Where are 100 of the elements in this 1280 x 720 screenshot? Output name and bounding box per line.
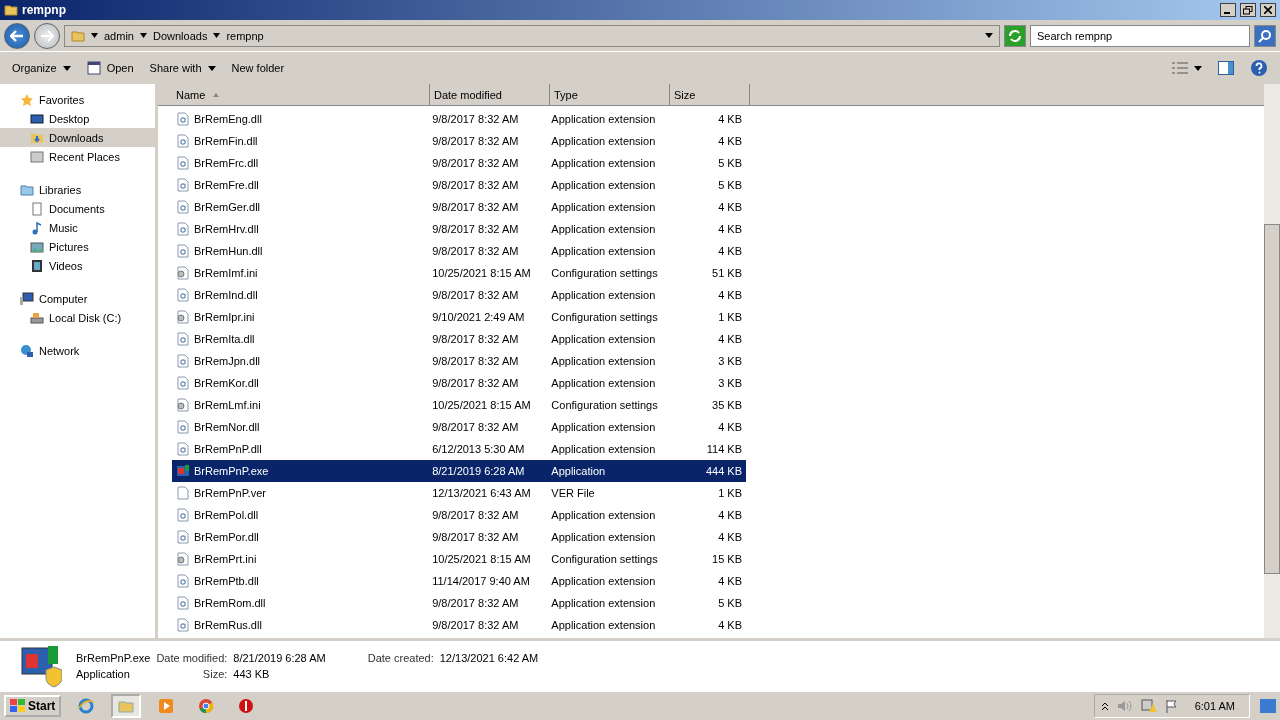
start-button[interactable]: Start xyxy=(4,695,62,717)
table-cell-text: 5 KB xyxy=(717,157,743,169)
sidebar-item[interactable]: Recent Places xyxy=(0,147,155,166)
flag-icon[interactable] xyxy=(1164,699,1179,713)
file-row[interactable]: BrRemInd.dll 9/8/2017 8:32 AM Application extension 4 KB xyxy=(172,284,746,306)
table-cell-text: 9/8/2017 8:32 AM xyxy=(431,289,520,301)
sidebar-item[interactable]: Downloads xyxy=(0,128,155,147)
file-row[interactable]: BrRemPor.dll 9/8/2017 8:32 AM Application extension 4 KB xyxy=(172,526,746,548)
search-button[interactable] xyxy=(1254,24,1276,47)
back-button[interactable] xyxy=(4,22,30,49)
stop-sign-icon[interactable] xyxy=(238,698,255,714)
browser-icon[interactable] xyxy=(78,698,95,714)
sidebar-item[interactable]: Favorites xyxy=(0,90,155,109)
table-cell-text: Application extension xyxy=(550,157,657,169)
table-cell-text: Application extension xyxy=(550,377,657,389)
gear-file-icon xyxy=(176,574,190,588)
sidebar-item[interactable]: Music xyxy=(0,218,155,237)
toolbar-button[interactable]: Share with xyxy=(141,56,224,80)
file-row[interactable]: BrRemKor.dll 9/8/2017 8:32 AM Application extension 3 KB xyxy=(172,372,746,394)
sidebar-item[interactable]: Local Disk (C:) xyxy=(0,308,155,327)
file-row[interactable]: BrRemHrv.dll 9/8/2017 8:32 AM Application extension 4 KB xyxy=(172,218,746,240)
table-cell-text: 9/8/2017 8:32 AM xyxy=(431,355,520,367)
file-row[interactable]: BrRemFin.dll 9/8/2017 8:32 AM Application extension 4 KB xyxy=(172,130,746,152)
table-cell-text: 4 KB xyxy=(717,223,743,235)
breadcrumb[interactable]: rempnp xyxy=(226,29,264,42)
caret-icon[interactable] xyxy=(213,33,221,38)
file-row[interactable]: BrRemPrt.ini 10/25/2021 8:15 AM Configuration settings 15 KB xyxy=(172,548,746,570)
file-row[interactable]: BrRemFrc.dll 9/8/2017 8:32 AM Application extension 5 KB xyxy=(172,152,746,174)
sidebar-item[interactable]: Videos xyxy=(0,256,155,275)
file-row[interactable]: BrRemRom.dll 9/8/2017 8:32 AM Application extension 5 KB xyxy=(172,592,746,614)
table-cell-text: 9/8/2017 8:32 AM xyxy=(431,135,520,147)
sidebar-item[interactable]: Libraries xyxy=(0,180,155,199)
gear-file-icon xyxy=(176,288,190,302)
table-cell-text: Application extension xyxy=(550,179,657,191)
window-icon xyxy=(86,61,101,75)
restore-button[interactable] xyxy=(1240,3,1256,17)
file-name: BrRemHrv.dll xyxy=(194,223,259,235)
search-field[interactable]: Search rempnp xyxy=(1030,24,1250,47)
table-cell-text: 4 KB xyxy=(717,113,743,125)
file-row[interactable]: BrRemPtb.dll 11/14/2017 9:40 AM Application extension 4 KB xyxy=(172,570,746,592)
table-cell-text: 10/25/2021 8:15 AM xyxy=(431,399,532,411)
caret-icon[interactable] xyxy=(985,33,993,38)
file-row[interactable]: BrRemEng.dll 9/8/2017 8:32 AM Application extension 4 KB xyxy=(172,108,746,130)
play-icon[interactable] xyxy=(158,698,175,714)
table-cell-text: 9/8/2017 8:32 AM xyxy=(431,223,520,235)
document-icon xyxy=(30,201,44,216)
breadcrumb[interactable]: Downloads xyxy=(152,29,208,42)
file-row[interactable]: BrRemGer.dll 9/8/2017 8:32 AM Application extension 4 KB xyxy=(172,196,746,218)
table-cell-text: Configuration settings xyxy=(550,399,659,411)
table-cell-text: Configuration settings xyxy=(550,311,659,323)
file-name: BrRemIta.dll xyxy=(194,333,255,345)
column-header[interactable]: Name xyxy=(172,84,430,105)
file-row[interactable]: BrRemIta.dll 9/8/2017 8:32 AM Application extension 4 KB xyxy=(172,328,746,350)
toolbar-button[interactable]: New folder xyxy=(223,56,293,80)
table-cell-text: 1 KB xyxy=(717,487,743,499)
file-row[interactable]: BrRemPnP.exe 8/21/2019 6:28 AM Application 444 KB xyxy=(172,460,746,482)
file-row[interactable]: BrRemIpr.ini 9/10/2021 2:49 AM Configuration settings 1 KB xyxy=(172,306,746,328)
address-bar[interactable]: admin Downloads rempnp xyxy=(64,24,1000,47)
file-row[interactable]: BrRemImf.ini 10/25/2021 8:15 AM Configuration settings 51 KB xyxy=(172,262,746,284)
file-row[interactable]: BrRemJpn.dll 9/8/2017 8:32 AM Application extension 3 KB xyxy=(172,350,746,372)
breadcrumb[interactable]: admin xyxy=(104,29,134,42)
chevron-up-icon[interactable] xyxy=(1100,701,1109,711)
forward-button[interactable] xyxy=(34,22,60,49)
file-row[interactable]: BrRemPol.dll 9/8/2017 8:32 AM Application extension 4 KB xyxy=(172,504,746,526)
table-cell-text: 9/8/2017 8:32 AM xyxy=(431,377,520,389)
sidebar-item[interactable]: Documents xyxy=(0,199,155,218)
sidebar-item[interactable]: Desktop xyxy=(0,109,155,128)
file-row[interactable]: BrRemRus.dll 9/8/2017 8:32 AM Application extension 4 KB xyxy=(172,614,746,636)
application-icon xyxy=(18,643,62,688)
caret-icon[interactable] xyxy=(91,33,98,38)
refresh-button[interactable] xyxy=(1004,24,1026,47)
caret-icon[interactable] xyxy=(139,33,147,38)
table-cell-text: 444 KB xyxy=(704,465,743,477)
file-row[interactable]: BrRemLmf.ini 10/25/2021 8:15 AM Configuration settings 35 KB xyxy=(172,394,746,416)
column-header[interactable]: Type xyxy=(550,84,670,105)
gear-file-icon xyxy=(176,508,190,522)
table-cell-text: Application extension xyxy=(550,619,657,631)
close-button[interactable] xyxy=(1260,3,1276,17)
sidebar-item[interactable]: Network xyxy=(0,341,155,360)
window-title: rempnp xyxy=(22,3,67,17)
detail-label: Size: xyxy=(201,667,228,680)
file-row[interactable]: BrRemPnP.ver 12/13/2021 6:43 AM VER File 1 KB xyxy=(172,482,746,504)
sidebar-item[interactable]: Pictures xyxy=(0,237,155,256)
table-cell-text: 9/8/2017 8:32 AM xyxy=(431,157,520,169)
chrome-icon[interactable] xyxy=(198,698,215,714)
sidebar-item[interactable]: Computer xyxy=(0,289,155,308)
file-row[interactable]: BrRemNor.dll 9/8/2017 8:32 AM Application extension 4 KB xyxy=(172,416,746,438)
file-row[interactable]: BrRemHun.dll 9/8/2017 8:32 AM Application extension 4 KB xyxy=(172,240,746,262)
toolbar-button[interactable]: Open xyxy=(78,56,142,80)
detail-value: 12/13/2021 6:42 AM xyxy=(439,651,539,664)
scrollbar[interactable] xyxy=(1264,84,1280,638)
file-row[interactable]: BrRemPnP.dll 6/12/2013 5:30 AM Application extension 114 KB xyxy=(172,438,746,460)
table-cell-text: Application extension xyxy=(550,509,657,521)
toolbar-button[interactable]: Organize xyxy=(4,56,79,80)
file-row[interactable]: BrRemFre.dll 9/8/2017 8:32 AM Application extension 5 KB xyxy=(172,174,746,196)
picture-icon xyxy=(30,239,44,254)
minimize-button[interactable] xyxy=(1220,3,1236,17)
column-header[interactable]: Date modified xyxy=(430,84,550,105)
column-header[interactable]: Size xyxy=(670,84,750,105)
file-name: BrRemJpn.dll xyxy=(194,355,261,367)
